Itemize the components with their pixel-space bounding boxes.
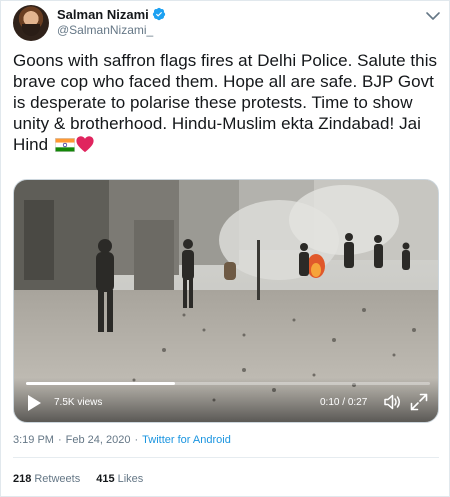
video-current-time: 0:10: [320, 397, 340, 408]
india-flag-emoji-icon: [54, 138, 75, 152]
chevron-down-icon[interactable]: [425, 10, 441, 22]
likes-label: Likes: [117, 473, 144, 485]
red-heart-emoji-icon: [76, 136, 94, 153]
video-timecode: 0:10 / 0:27: [320, 397, 368, 408]
likes-stat[interactable]: 415 Likes: [96, 473, 143, 485]
engagement-stats: 218 Retweets 415 Likes: [13, 473, 143, 485]
author-name-row[interactable]: Salman Nizami: [57, 6, 166, 22]
tweet-source-link[interactable]: Twitter for Android: [142, 434, 231, 446]
fullscreen-icon[interactable]: [410, 393, 428, 411]
video-duration: 0:27: [347, 397, 368, 408]
video-view-count: 7.5K views: [54, 397, 103, 408]
author-handle[interactable]: @SalmanNizami_: [57, 23, 153, 37]
avatar[interactable]: [13, 5, 49, 41]
tweet-time[interactable]: 3:19 PM: [13, 434, 54, 446]
video-controls: 7.5K views 0:10 / 0:27: [14, 378, 438, 422]
volume-icon[interactable]: [382, 392, 402, 412]
meta-separator: ·: [134, 434, 139, 446]
retweets-label: Retweets: [34, 473, 81, 485]
verified-badge-icon: [152, 7, 165, 21]
video-player[interactable]: 7.5K views 0:10 / 0:27: [13, 179, 439, 423]
tweet-text: Goons with saffron flags fires at Delhi …: [13, 50, 441, 155]
tweet-date[interactable]: Feb 24, 2020: [66, 434, 131, 446]
divider: [13, 457, 439, 458]
avatar-beard: [22, 24, 40, 36]
play-icon[interactable]: [26, 394, 42, 412]
retweets-count: 218: [13, 473, 32, 485]
video-progress-bar[interactable]: [26, 382, 430, 385]
meta-separator: ·: [57, 434, 62, 446]
author-display-name[interactable]: Salman Nizami: [57, 7, 149, 22]
tweet-card: Salman Nizami @SalmanNizami_ Goons with …: [0, 0, 450, 497]
retweets-stat[interactable]: 218 Retweets: [13, 473, 80, 485]
likes-count: 415: [96, 473, 115, 485]
tweet-meta: 3:19 PM · Feb 24, 2020 · Twitter for And…: [13, 434, 231, 446]
video-progress-fill: [26, 382, 176, 385]
